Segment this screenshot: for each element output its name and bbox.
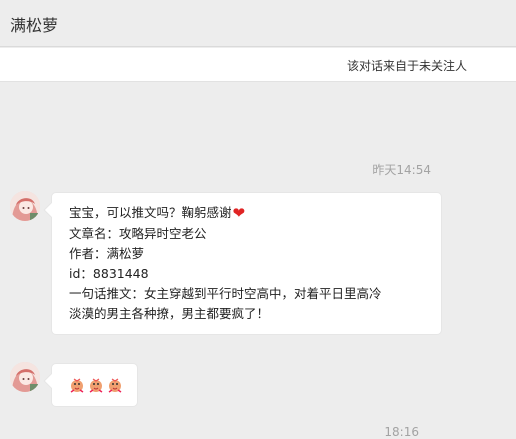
chick-sticker-icon (89, 378, 103, 393)
avatar-image (10, 362, 40, 392)
chat-header: 满松萝 (0, 0, 516, 47)
message-line: 文章名：攻略异时空老公 (69, 226, 207, 241)
message-line: 淡漠的男主各种撩，男主都要疯了！ (69, 306, 270, 321)
message-timestamp: 18:16 (384, 425, 419, 439)
message-bubble[interactable]: 宝宝，可以推文吗？鞠躬感谢❤ 文章名：攻略异时空老公 作者：满松萝 id：883… (52, 193, 441, 334)
sticker-bubble[interactable] (52, 364, 137, 406)
sender-avatar[interactable] (10, 362, 40, 392)
message-line: 宝宝，可以推文吗？鞠躬感谢❤ (69, 204, 246, 222)
sender-avatar[interactable] (10, 191, 40, 221)
avatar-image (10, 191, 40, 221)
chick-sticker-icon (108, 378, 122, 393)
heart-emoji-icon: ❤ (232, 204, 246, 222)
message-timestamp: 昨天14:54 (372, 163, 431, 177)
message-line: 一句话推文：女主穿越到平行时空高中，对着平日里高冷 (69, 286, 382, 301)
unfollowed-notice-bar: 该对话来自于未关注人 (0, 48, 516, 82)
unfollowed-notice-text: 该对话来自于未关注人 (346, 59, 467, 73)
message-line: id：8831448 (69, 266, 149, 281)
chat-title: 满松萝 (10, 16, 59, 35)
message-line: 作者：满松萝 (69, 246, 145, 261)
chick-sticker-icon (70, 378, 84, 393)
